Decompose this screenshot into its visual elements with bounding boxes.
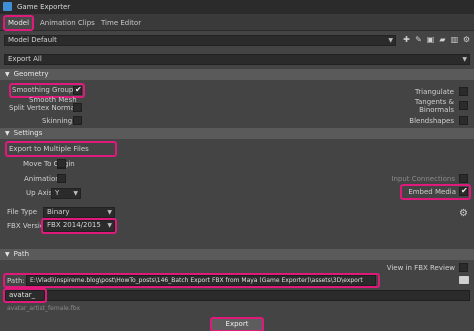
triangulate-label: Triangulate (415, 88, 454, 96)
edit-preset-icon[interactable]: ✎ (414, 35, 423, 44)
export-mode-value: Export All (8, 55, 42, 63)
collapse-icon: ▼ (5, 71, 10, 78)
window-title: Game Exporter (17, 3, 71, 11)
input-connections-checkbox[interactable] (459, 174, 468, 183)
smoothing-groups-checkbox[interactable] (73, 85, 82, 95)
file-type-dropdown[interactable]: Binary ▼ (43, 207, 115, 218)
path-label: Path: (7, 277, 25, 285)
chevron-down-icon: ▼ (107, 209, 112, 216)
section-path[interactable]: ▼ Path (0, 249, 474, 260)
section-settings-label: Settings (13, 129, 43, 137)
section-settings[interactable]: ▼ Settings (0, 128, 474, 139)
chevron-down-icon: ▼ (107, 222, 112, 229)
settings-icon[interactable]: ⚙ (462, 35, 471, 44)
up-axis-dropdown[interactable]: Y ▼ (51, 188, 81, 199)
chevron-down-icon: ▼ (388, 37, 393, 44)
title-bar (0, 0, 474, 14)
chevron-down-icon: ▼ (462, 56, 467, 63)
skinning-label: Skinning (42, 117, 73, 125)
folder-icon[interactable]: ▰ (438, 35, 447, 44)
filename-preview: avatar_artist_female.fbx (7, 305, 81, 312)
blendshapes-checkbox[interactable] (459, 116, 468, 125)
filename-input[interactable]: avatar_ (3, 288, 47, 303)
blendshapes-label: Blendshapes (409, 117, 454, 125)
file-type-label: File Type (7, 208, 38, 216)
up-axis-value: Y (55, 189, 60, 197)
up-axis-label: Up Axis (26, 189, 53, 197)
embed-media-checkbox[interactable] (459, 186, 468, 196)
export-button[interactable]: Export (210, 317, 264, 331)
preset-dropdown[interactable]: Model Default ▼ (4, 35, 396, 46)
path-input[interactable]: E:\Vladi\inspireme.blog\post\HowTo_posts… (26, 275, 376, 286)
delete-icon[interactable]: ▥ (450, 35, 459, 44)
preset-value: Model Default (8, 36, 57, 44)
input-connections-label: Input Connections (391, 175, 455, 183)
section-geometry[interactable]: ▼ Geometry (0, 69, 474, 80)
view-in-fbx-review-checkbox[interactable] (459, 263, 468, 272)
chevron-down-icon: ▼ (73, 190, 78, 197)
animation-label: Animation (24, 175, 60, 183)
app-icon (3, 2, 12, 11)
section-path-label: Path (13, 250, 30, 258)
add-preset-icon[interactable]: ✚ (402, 35, 411, 44)
tab-animation-clips[interactable]: Animation Clips (40, 17, 95, 29)
folder-icon[interactable] (459, 276, 469, 284)
move-to-origin-checkbox[interactable] (57, 159, 66, 168)
tangents-binormals-label: Tangents & Binormals (414, 98, 454, 114)
tangents-binormals-checkbox[interactable] (459, 101, 468, 110)
save-preset-icon[interactable]: ▣ (426, 35, 435, 44)
move-to-origin-label: Move To Origin (23, 160, 75, 168)
section-geometry-label: Geometry (13, 70, 49, 78)
collapse-icon: ▼ (5, 251, 10, 258)
export-mode-dropdown[interactable]: Export All ▼ (4, 54, 470, 65)
gear-icon[interactable]: ⚙ (459, 208, 468, 219)
view-in-fbx-review-label: View in FBX Review (386, 264, 455, 272)
filename-field-bg (47, 290, 470, 301)
collapse-icon: ▼ (5, 130, 10, 137)
tab-model[interactable]: Model (2, 15, 35, 31)
triangulate-checkbox[interactable] (459, 87, 468, 96)
skinning-checkbox[interactable] (73, 116, 82, 125)
file-type-value: Binary (47, 208, 70, 216)
tab-time-editor[interactable]: Time Editor (101, 17, 141, 29)
smooth-mesh-label: Smooth Mesh (29, 96, 77, 104)
split-vertex-normals-checkbox[interactable] (73, 103, 82, 112)
fbx-version-value: FBX 2014/2015 (47, 221, 101, 229)
export-multiple-files-label: Export to Multiple Files (5, 141, 117, 157)
animation-checkbox[interactable] (57, 174, 66, 183)
fbx-version-dropdown[interactable]: FBX 2014/2015 ▼ (41, 218, 117, 234)
split-vertex-normals-label: Split Vertex Normals (9, 104, 81, 112)
